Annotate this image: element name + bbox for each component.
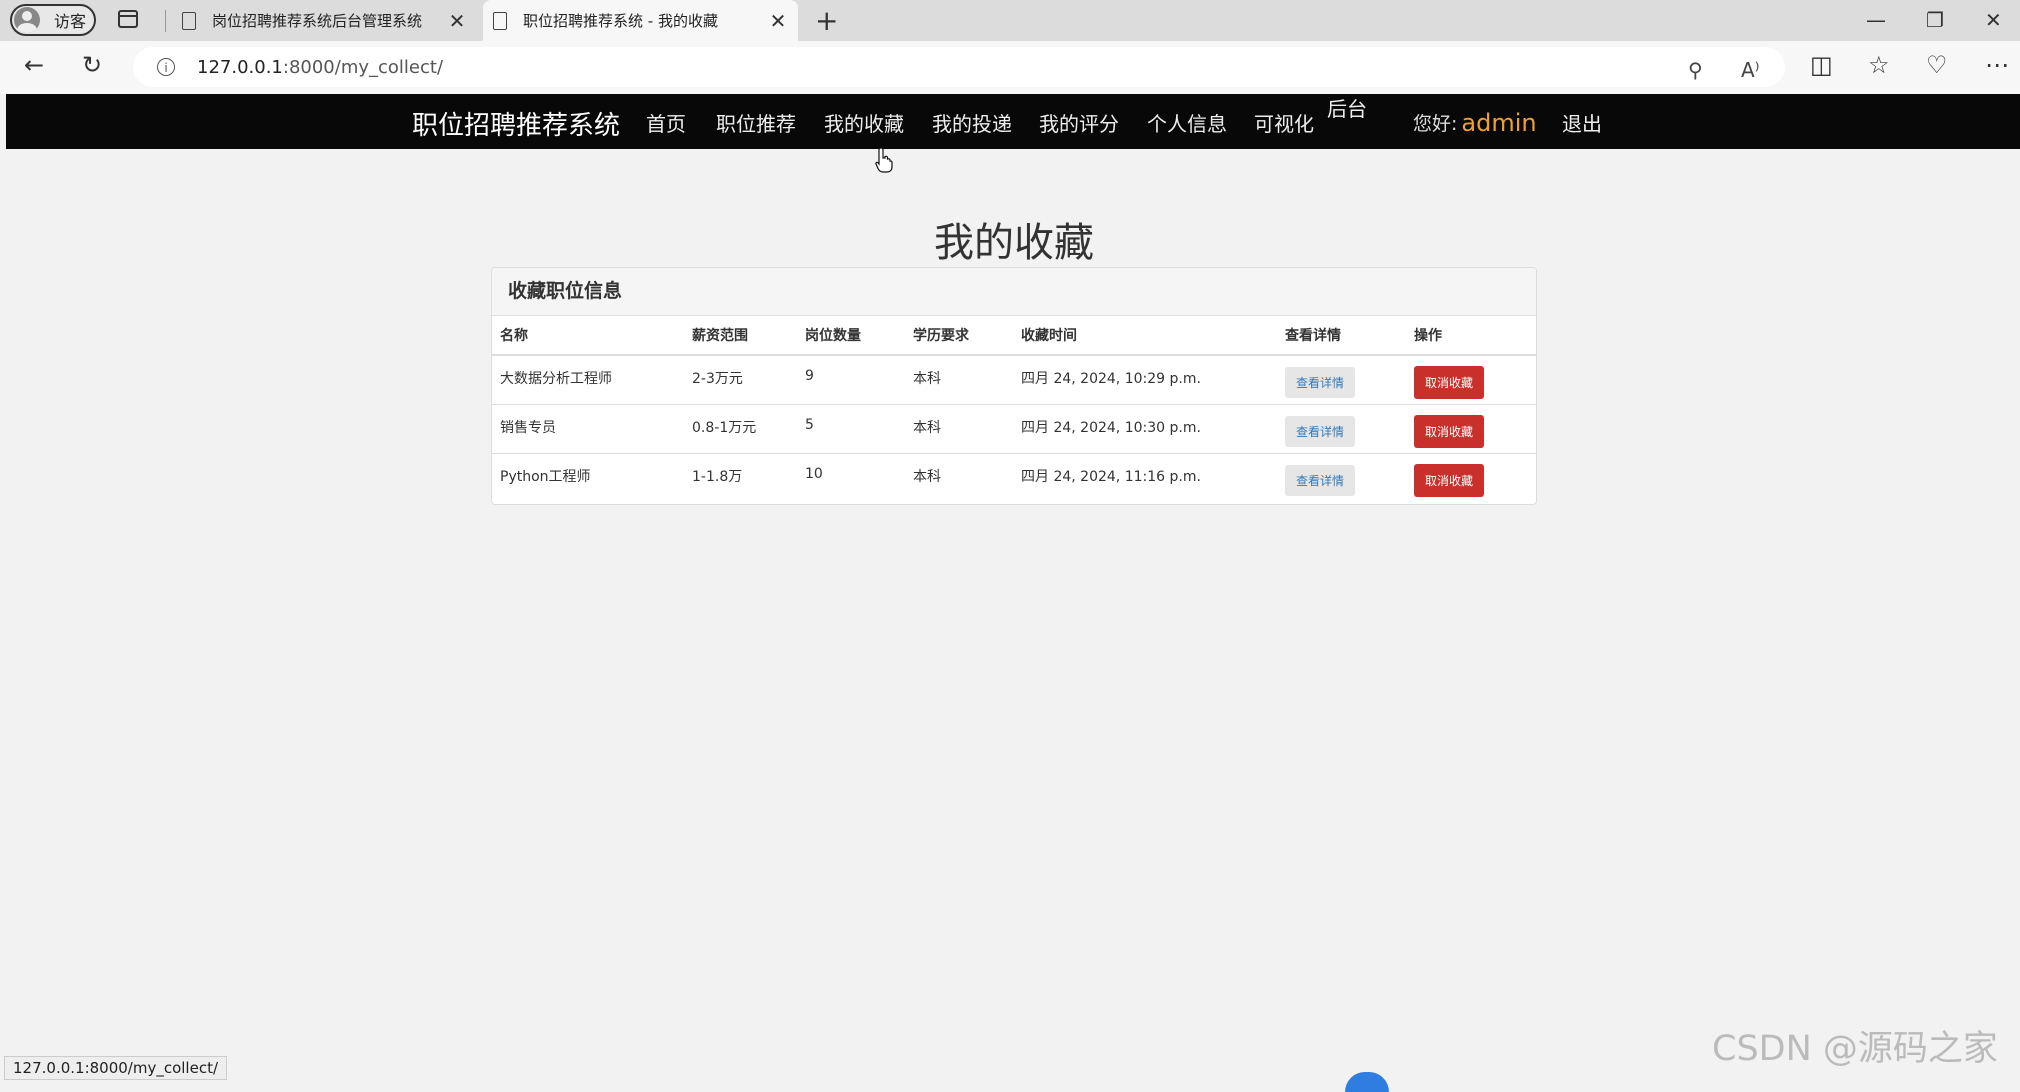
col-name: 名称: [492, 316, 684, 356]
site-info-icon[interactable]: i: [157, 58, 175, 76]
read-aloud-icon[interactable]: A⁾: [1741, 58, 1760, 82]
zoom-icon[interactable]: ⚲: [1688, 58, 1703, 82]
col-time: 收藏时间: [1013, 316, 1277, 356]
back-icon[interactable]: ←: [24, 51, 44, 79]
cell-name: 大数据分析工程师: [500, 371, 612, 387]
view-detail-button[interactable]: 查看详情: [1285, 415, 1356, 447]
view-detail-button[interactable]: 查看详情: [1285, 464, 1356, 496]
nav-home[interactable]: 首页: [646, 108, 686, 137]
cell-salary: 2-3万元: [692, 371, 743, 387]
view-detail-button[interactable]: 查看详情: [1285, 367, 1356, 398]
col-salary: 薪资范围: [684, 316, 797, 356]
nav-deliver[interactable]: 我的投递: [932, 108, 1012, 137]
browser-tab-bar: 访客 岗位招聘推荐系统后台管理系统 ✕ 职位招聘推荐系统 - 我的收藏 ✕ + …: [0, 0, 2020, 41]
page-title: 我的收藏: [934, 220, 1094, 266]
table-row: 大数据分析工程师 2-3万元 9 本科 四月 24, 2024, 10:29 p…: [492, 355, 1536, 404]
tab-close-icon[interactable]: ✕: [768, 9, 788, 33]
url-host: 127.0.0.1: [197, 56, 283, 78]
nav-collect[interactable]: 我的收藏: [824, 108, 904, 137]
watermark: CSDN @源码之家: [1712, 1029, 1998, 1069]
profile-label: 访客: [54, 12, 87, 31]
refresh-icon[interactable]: ↻: [82, 51, 102, 79]
nav-logout[interactable]: 退出: [1562, 108, 1602, 137]
tab-admin-system[interactable]: 岗位招聘推荐系统后台管理系统 ✕: [172, 0, 477, 41]
cell-name: Python工程师: [492, 452, 684, 502]
cell-count: 5: [797, 403, 905, 453]
cancel-collect-button[interactable]: 取消收藏: [1414, 414, 1485, 448]
new-tab-icon[interactable]: +: [815, 4, 838, 37]
site-brand[interactable]: 职位招聘推荐系统: [412, 105, 620, 142]
url-text: 127.0.0.1:8000/my_collect/: [197, 57, 443, 78]
cell-count: 9: [805, 368, 814, 384]
page-icon: [182, 11, 196, 30]
nav-profile[interactable]: 个人信息: [1147, 108, 1227, 137]
cancel-collect-button[interactable]: 取消收藏: [1414, 366, 1485, 399]
cell-detail: 查看详情: [1277, 355, 1406, 404]
restore-icon[interactable]: ❐: [1926, 8, 1944, 32]
split-screen-icon[interactable]: ◫: [1810, 51, 1833, 79]
url-path: :8000/my_collect/: [282, 56, 444, 78]
collect-table: 名称 薪资范围 岗位数量 学历要求 收藏时间 查看详情 操作 大数据分析工程师 …: [492, 316, 1536, 502]
status-bar-url: 127.0.0.1:8000/my_collect/: [4, 1056, 228, 1080]
greeting-label: 您好:: [1413, 113, 1458, 135]
cell-time: 四月 24, 2024, 10:29 p.m.: [1021, 371, 1201, 387]
cell-action: 取消收藏: [1406, 355, 1536, 404]
nav-recommend[interactable]: 职位推荐: [716, 108, 796, 137]
nav-admin[interactable]: 后台: [1327, 93, 1367, 122]
cell-name: 销售专员: [492, 403, 684, 453]
cell-detail: 查看详情: [1277, 403, 1406, 453]
table-row: Python工程师 1-1.8万 10 本科 四月 24, 2024, 11:1…: [492, 452, 1536, 502]
col-count: 岗位数量: [797, 316, 905, 356]
col-detail: 查看详情: [1277, 316, 1406, 356]
cell-education: 本科: [905, 403, 1013, 453]
cell-count: 10: [797, 452, 905, 502]
cancel-collect-button[interactable]: 取消收藏: [1414, 463, 1485, 497]
collect-panel: 收藏职位信息 名称 薪资范围 岗位数量 学历要求 收藏时间 查看详情 操作 大数…: [491, 267, 1537, 505]
address-bar-row: ← ↻ i 127.0.0.1:8000/my_collect/ ⚲ A⁾ ◫ …: [0, 41, 2020, 94]
cell-action: 取消收藏: [1406, 403, 1536, 453]
panel-heading: 收藏职位信息: [492, 268, 1536, 316]
favorites-icon[interactable]: ☆: [1868, 51, 1890, 79]
cell-salary: 0.8-1万元: [684, 403, 797, 453]
col-education: 学历要求: [905, 316, 1013, 356]
tab-my-collect[interactable]: 职位招聘推荐系统 - 我的收藏 ✕: [483, 0, 798, 41]
nav-rating[interactable]: 我的评分: [1039, 108, 1119, 137]
nav-visual[interactable]: 可视化: [1254, 108, 1314, 137]
more-options-icon[interactable]: ⋯: [1985, 51, 2009, 79]
table-header-row: 名称 薪资范围 岗位数量 学历要求 收藏时间 查看详情 操作: [492, 316, 1536, 356]
tab-close-icon[interactable]: ✕: [447, 9, 467, 33]
cell-detail: 查看详情: [1277, 452, 1406, 502]
cell-time: 四月 24, 2024, 11:16 p.m.: [1013, 452, 1277, 502]
site-navbar: 职位招聘推荐系统 首页 职位推荐 我的收藏 我的投递 我的评分 个人信息 可视化…: [6, 94, 2020, 149]
page-icon: [493, 11, 507, 30]
user-greeting: 您好: admin: [1413, 108, 1537, 137]
username[interactable]: admin: [1461, 109, 1536, 137]
minimize-icon[interactable]: —: [1866, 8, 1886, 32]
floating-button[interactable]: [1345, 1072, 1389, 1092]
tab-title: 职位招聘推荐系统 - 我的收藏: [523, 12, 718, 30]
tab-actions-icon[interactable]: [118, 10, 138, 28]
col-action: 操作: [1406, 316, 1536, 356]
cell-salary: 1-1.8万: [684, 452, 797, 502]
close-window-icon[interactable]: ✕: [1985, 8, 2002, 32]
tab-title: 岗位招聘推荐系统后台管理系统: [212, 12, 423, 30]
profile-button[interactable]: 访客: [10, 4, 96, 36]
table-row: 销售专员 0.8-1万元 5 本科 四月 24, 2024, 10:30 p.m…: [492, 403, 1536, 453]
cell-education: 本科: [913, 371, 941, 387]
cell-education: 本科: [905, 452, 1013, 502]
hand-cursor-icon: [875, 147, 893, 173]
tab-separator: [165, 10, 166, 32]
profile-avatar-icon: [14, 7, 40, 33]
cell-action: 取消收藏: [1406, 452, 1536, 502]
url-field[interactable]: i 127.0.0.1:8000/my_collect/ ⚲ A⁾: [133, 47, 1785, 87]
browser-essentials-icon[interactable]: ♡: [1926, 51, 1948, 79]
cell-time: 四月 24, 2024, 10:30 p.m.: [1013, 403, 1277, 453]
